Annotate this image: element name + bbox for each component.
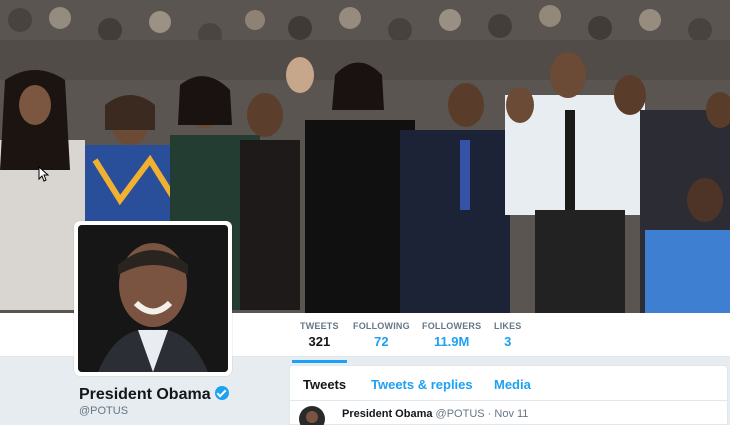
profile-name[interactable]: President Obama (79, 386, 229, 404)
tab-tweets-and-replies[interactable]: Tweets & replies (371, 377, 473, 392)
stat-value: 3 (504, 334, 512, 349)
tweet-date[interactable]: · Nov 11 (488, 408, 529, 420)
twitter-profile-page: TWEETS 321 FOLLOWING 72 FOLLOWERS 11.9M … (0, 0, 730, 425)
tab-tweets[interactable]: Tweets (303, 377, 346, 392)
profile-avatar[interactable] (74, 221, 232, 376)
stat-label: FOLLOWERS (422, 321, 482, 331)
stat-label: LIKES (494, 321, 522, 331)
tweet-item[interactable]: President Obama @POTUS · Nov 11 (290, 401, 727, 425)
timeline-tabs: Tweets Tweets & replies Media (290, 366, 727, 401)
verified-badge-icon (214, 386, 229, 400)
stat-tweets[interactable]: TWEETS 321 (292, 321, 347, 363)
stat-value: 321 (308, 334, 331, 349)
stat-label: TWEETS (300, 321, 339, 331)
tweet-avatar[interactable] (299, 406, 325, 425)
profile-handle[interactable]: @POTUS (79, 405, 128, 417)
tab-media[interactable]: Media (494, 377, 531, 392)
timeline-panel: Tweets Tweets & replies Media President … (289, 365, 728, 425)
stat-value: 72 (374, 334, 389, 349)
stat-likes[interactable]: LIKES 3 (494, 321, 522, 349)
profile-name-text: President Obama (79, 386, 211, 403)
stat-value: 11.9M (433, 334, 470, 349)
stat-followers[interactable]: FOLLOWERS 11.9M (422, 321, 481, 349)
tweet-author-name[interactable]: President Obama (342, 408, 432, 420)
avatar-image (78, 225, 228, 372)
tweet-author-handle[interactable]: @POTUS (436, 408, 485, 420)
stat-label: FOLLOWING (353, 321, 410, 331)
stat-following[interactable]: FOLLOWING 72 (353, 321, 410, 349)
tweet-header: President Obama @POTUS · Nov 11 (342, 408, 528, 420)
